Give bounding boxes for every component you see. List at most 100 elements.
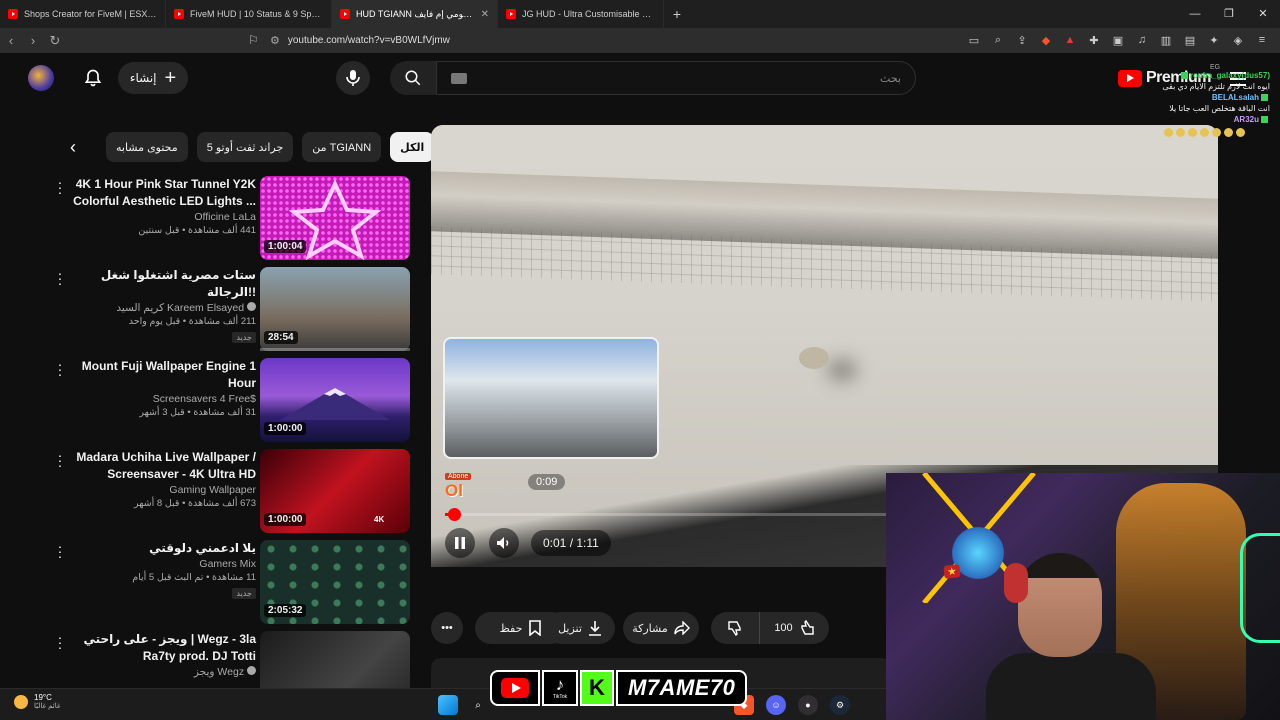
menu-icon[interactable]: ≡ <box>1254 32 1270 48</box>
windows-start-icon[interactable] <box>438 695 458 715</box>
streamer-logo-text: ★ <box>943 564 961 579</box>
maximize-icon[interactable]: ❐ <box>1212 0 1246 28</box>
chip-gta5[interactable]: جراند ثفت أوتو 5 <box>196 132 294 162</box>
browser-tab[interactable]: Shops Creator for FiveM | ESX, Qbox... <box>0 0 166 28</box>
minimize-icon[interactable]: — <box>1178 0 1212 28</box>
sidebar-icon[interactable]: ▥ <box>1158 32 1174 48</box>
media-icon[interactable]: ♫ <box>1134 32 1150 48</box>
wallet-icon[interactable]: ▤ <box>1182 32 1198 48</box>
more-actions-icon[interactable]: · · · <box>56 630 64 654</box>
avatar[interactable] <box>28 65 54 91</box>
more-button[interactable]: ••• <box>431 612 463 644</box>
list-item[interactable]: · · · 4K 1 Hour Pink Star Tunnel Y2K Color… <box>52 175 414 267</box>
extensions-icon[interactable]: ✚ <box>1086 32 1102 48</box>
share-button[interactable]: مشاركة <box>623 612 699 644</box>
channel-name[interactable]: Screensavers 4 Free$ <box>72 393 256 405</box>
bookmark-icon[interactable]: ⚐ <box>248 33 259 47</box>
channel-label: كريم السيد Kareem Elsayed <box>116 302 245 314</box>
download-button[interactable]: تنزيل <box>545 612 615 644</box>
zoom-icon[interactable]: ⌕ <box>990 32 1006 48</box>
search-placeholder: بحث <box>880 72 901 85</box>
browser-tab[interactable]: JG HUD - Ultra Customisable & Vehic... <box>498 0 664 28</box>
microphone-icon <box>346 70 360 86</box>
browser-tab[interactable]: FiveM HUD | 10 Status & 9 Speed... <box>166 0 332 28</box>
list-item[interactable]: · · · Mount Fuji Wallpaper Engine 1 Hour S… <box>52 357 414 449</box>
channel-name[interactable]: Gaming Wallpaper <box>72 484 256 496</box>
volume-button[interactable] <box>489 528 519 558</box>
seek-preview-thumbnail <box>443 337 659 459</box>
new-tab-button[interactable]: + <box>664 6 690 22</box>
scrubber-handle[interactable] <box>448 508 461 521</box>
streamer-handle: M7AME70 <box>616 670 748 706</box>
plus-icon: + <box>164 67 177 89</box>
chat-line: ايوه انت لازم تلتزم الايام دي بقى <box>1058 81 1270 92</box>
forward-icon[interactable]: › <box>22 33 44 48</box>
more-actions-icon[interactable]: · · · <box>56 175 64 199</box>
create-button[interactable]: إنشاء + <box>118 62 188 94</box>
filter-chips: محتوى مشابه جراند ثفت أوتو 5 من TGIANN ا… <box>106 132 435 162</box>
chips-previous-icon[interactable]: ‹ <box>62 136 84 158</box>
channel-name[interactable]: Gamers Mix <box>72 558 256 570</box>
watch-progress-bar <box>260 348 410 351</box>
video-stats: 31 ألف مشاهدة • قبل 3 أشهر <box>139 407 256 418</box>
subscribe-watermark[interactable]: Abone Ol <box>445 465 479 499</box>
search-button[interactable] <box>390 61 436 95</box>
dislike-button[interactable] <box>711 612 759 644</box>
url-field[interactable]: ⚙ youtube.com/watch?v=vB0WLfVjmw <box>270 31 990 50</box>
chip-from-channel[interactable]: من TGIANN <box>302 132 382 162</box>
voice-search-button[interactable] <box>336 61 370 95</box>
chip-all[interactable]: الكل <box>390 132 435 162</box>
reload-icon[interactable]: ↻ <box>44 33 66 49</box>
more-actions-icon[interactable]: · · · <box>56 266 64 290</box>
brave-shield-icon[interactable]: ◆ <box>1038 32 1054 48</box>
video-stats: 441 ألف مشاهدة • قبل سنتين <box>138 225 256 236</box>
keyboard-icon[interactable] <box>451 72 467 84</box>
video-title[interactable]: ستات مصرية اشتغلوا شغل الرجالة!! <box>72 267 256 301</box>
close-tab-icon[interactable]: ✕ <box>481 9 489 20</box>
chat-message: انت الباقة هتخلص العب جاتا يلا <box>1169 104 1270 113</box>
more-actions-icon[interactable]: · · · <box>56 357 64 381</box>
search-input[interactable]: بحث <box>436 61 916 95</box>
browser-tab-bar: Shops Creator for FiveM | ESX, Qbox... F… <box>0 0 1280 28</box>
taskbar-search-icon[interactable]: ⌕ <box>468 695 488 715</box>
weather-widget[interactable]: 19°C غائم غالبًا <box>14 693 61 710</box>
site-info-icon[interactable]: ⚙ <box>270 34 280 47</box>
ai-icon[interactable]: ✦ <box>1206 32 1222 48</box>
vpn-icon[interactable]: ◈ <box>1230 32 1246 48</box>
cast-icon[interactable]: ▭ <box>966 32 982 48</box>
channel-name[interactable]: ويجز Wegz <box>72 666 256 678</box>
bookmark-save-icon <box>529 620 542 636</box>
pause-button[interactable] <box>445 528 475 558</box>
close-window-icon[interactable]: ✕ <box>1246 0 1280 28</box>
video-title[interactable]: يلا ادعمني دلوقتي <box>72 540 256 557</box>
discord-icon[interactable]: ☺ <box>766 695 786 715</box>
brave-rewards-icon[interactable]: ▲ <box>1062 32 1078 48</box>
tab-title: FiveM HUD | 10 Status & 9 Speed... <box>190 9 323 19</box>
chat-username: AR32u <box>1233 115 1259 124</box>
steam-icon[interactable]: ⚙ <box>830 695 850 715</box>
video-title[interactable]: Madara Uchiha Live Wallpaper / Screensav… <box>72 449 256 483</box>
channel-name[interactable]: كريم السيد Kareem Elsayed <box>72 302 256 314</box>
verified-icon <box>247 302 256 311</box>
list-item[interactable]: · · · ستات مصرية اشتغلوا شغل الرجالة!! كري… <box>52 266 414 358</box>
like-button[interactable]: 100 <box>759 612 829 644</box>
chip-related[interactable]: محتوى مشابه <box>106 132 188 162</box>
share-page-icon[interactable]: ⇪ <box>1014 32 1030 48</box>
chat-username: rouba_galaxy(dus57) <box>1189 71 1270 80</box>
notifications-icon[interactable] <box>80 65 106 91</box>
channel-name[interactable]: Officine LaLa <box>72 211 256 223</box>
more-actions-icon[interactable]: · · · <box>56 539 64 563</box>
video-title[interactable]: Mount Fuji Wallpaper Engine 1 Hour <box>72 358 256 392</box>
video-title[interactable]: ويجز - على راحتي | Wegz - 3la Ra7ty prod… <box>72 631 256 665</box>
windows-taskbar: 19°C غائم غالبًا ⌕ ◆ ☺ ● ⚙ <box>0 688 886 720</box>
screenshot-icon[interactable]: ▣ <box>1110 32 1126 48</box>
like-count: 100 <box>774 622 793 634</box>
list-item[interactable]: · · · Madara Uchiha Live Wallpaper / Scree… <box>52 448 414 540</box>
obs-icon[interactable]: ● <box>798 695 818 715</box>
back-icon[interactable]: ‹ <box>0 33 22 48</box>
chat-line: rouba_galaxy(dus57) <box>1058 70 1270 81</box>
video-title[interactable]: 4K 1 Hour Pink Star Tunnel Y2K Colorful … <box>72 176 256 210</box>
browser-tab-active[interactable]: HUD TGIANN لومي إم فايف - YouTube ✕ <box>332 0 498 28</box>
more-actions-icon[interactable]: · · · <box>56 448 64 472</box>
list-item[interactable]: · · · يلا ادعمني دلوقتي Gamers Mix 11 مشاه… <box>52 539 414 631</box>
